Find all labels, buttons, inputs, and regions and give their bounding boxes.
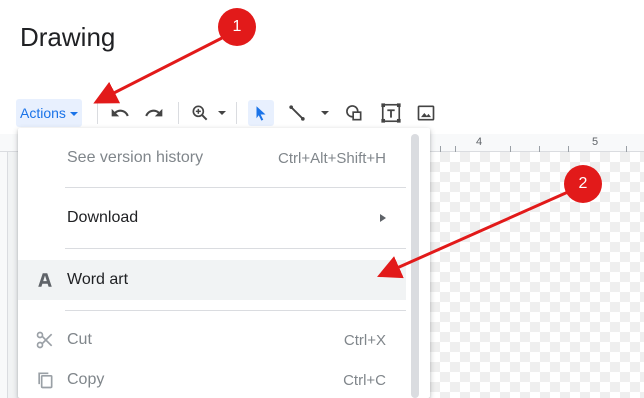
actions-label: Actions [20,105,66,121]
ruler-mark: 5 [592,136,599,148]
app-title: Drawing [20,22,116,52]
drawing-canvas[interactable] [430,152,644,398]
menu-item-see-version-history[interactable]: See version history Ctrl+Alt+Shift+H [18,138,406,178]
menu-item-label: Download [67,209,139,226]
actions-dropdown-menu: See version history Ctrl+Alt+Shift+H Dow… [18,128,430,398]
menu-item-label: Word art [67,271,129,288]
chevron-down-icon [69,112,78,116]
chevron-down-icon[interactable] [218,111,226,115]
image-icon[interactable] [413,100,439,126]
word-art-icon [35,270,55,290]
annotation-arrow-1 [93,36,223,104]
select-icon[interactable] [248,100,274,126]
zoom-icon[interactable] [187,100,213,126]
vertical-ruler [0,152,8,398]
scissors-icon [35,330,55,350]
toolbar-divider [97,102,98,124]
menu-item-label: Copy [67,371,105,388]
menu-item-label: See version history [67,149,204,166]
menu-divider [65,187,406,188]
ruler-mark: 4 [476,136,483,148]
line-icon[interactable] [284,100,310,126]
menu-item-download[interactable]: Download [18,198,406,238]
menu-item-shortcut: Ctrl+X [343,331,386,349]
menu-item-shortcut: Ctrl+Alt+Shift+H [278,149,386,167]
menu-item-copy[interactable]: Copy Ctrl+C [18,360,406,398]
annotation-badge-1: 1 [218,8,256,46]
chevron-right-icon [380,214,386,222]
annotation-badge-2: 2 [564,165,602,203]
undo-icon[interactable] [107,100,133,126]
actions-menu-button[interactable]: Actions [16,99,82,127]
copy-icon [35,370,55,390]
menu-scrollbar[interactable] [411,134,419,398]
menu-item-word-art[interactable]: Word art [18,260,406,300]
toolbar-divider [236,102,237,124]
toolbar-divider [178,102,179,124]
chevron-down-icon[interactable] [321,111,329,115]
menu-divider [65,310,406,311]
redo-icon[interactable] [141,100,167,126]
menu-item-shortcut: Ctrl+C [343,371,386,389]
shape-icon[interactable] [341,100,367,126]
menu-item-label: Cut [67,331,92,348]
text-box-icon[interactable] [378,100,404,126]
menu-item-cut[interactable]: Cut Ctrl+X [18,320,406,360]
menu-divider [65,248,406,249]
